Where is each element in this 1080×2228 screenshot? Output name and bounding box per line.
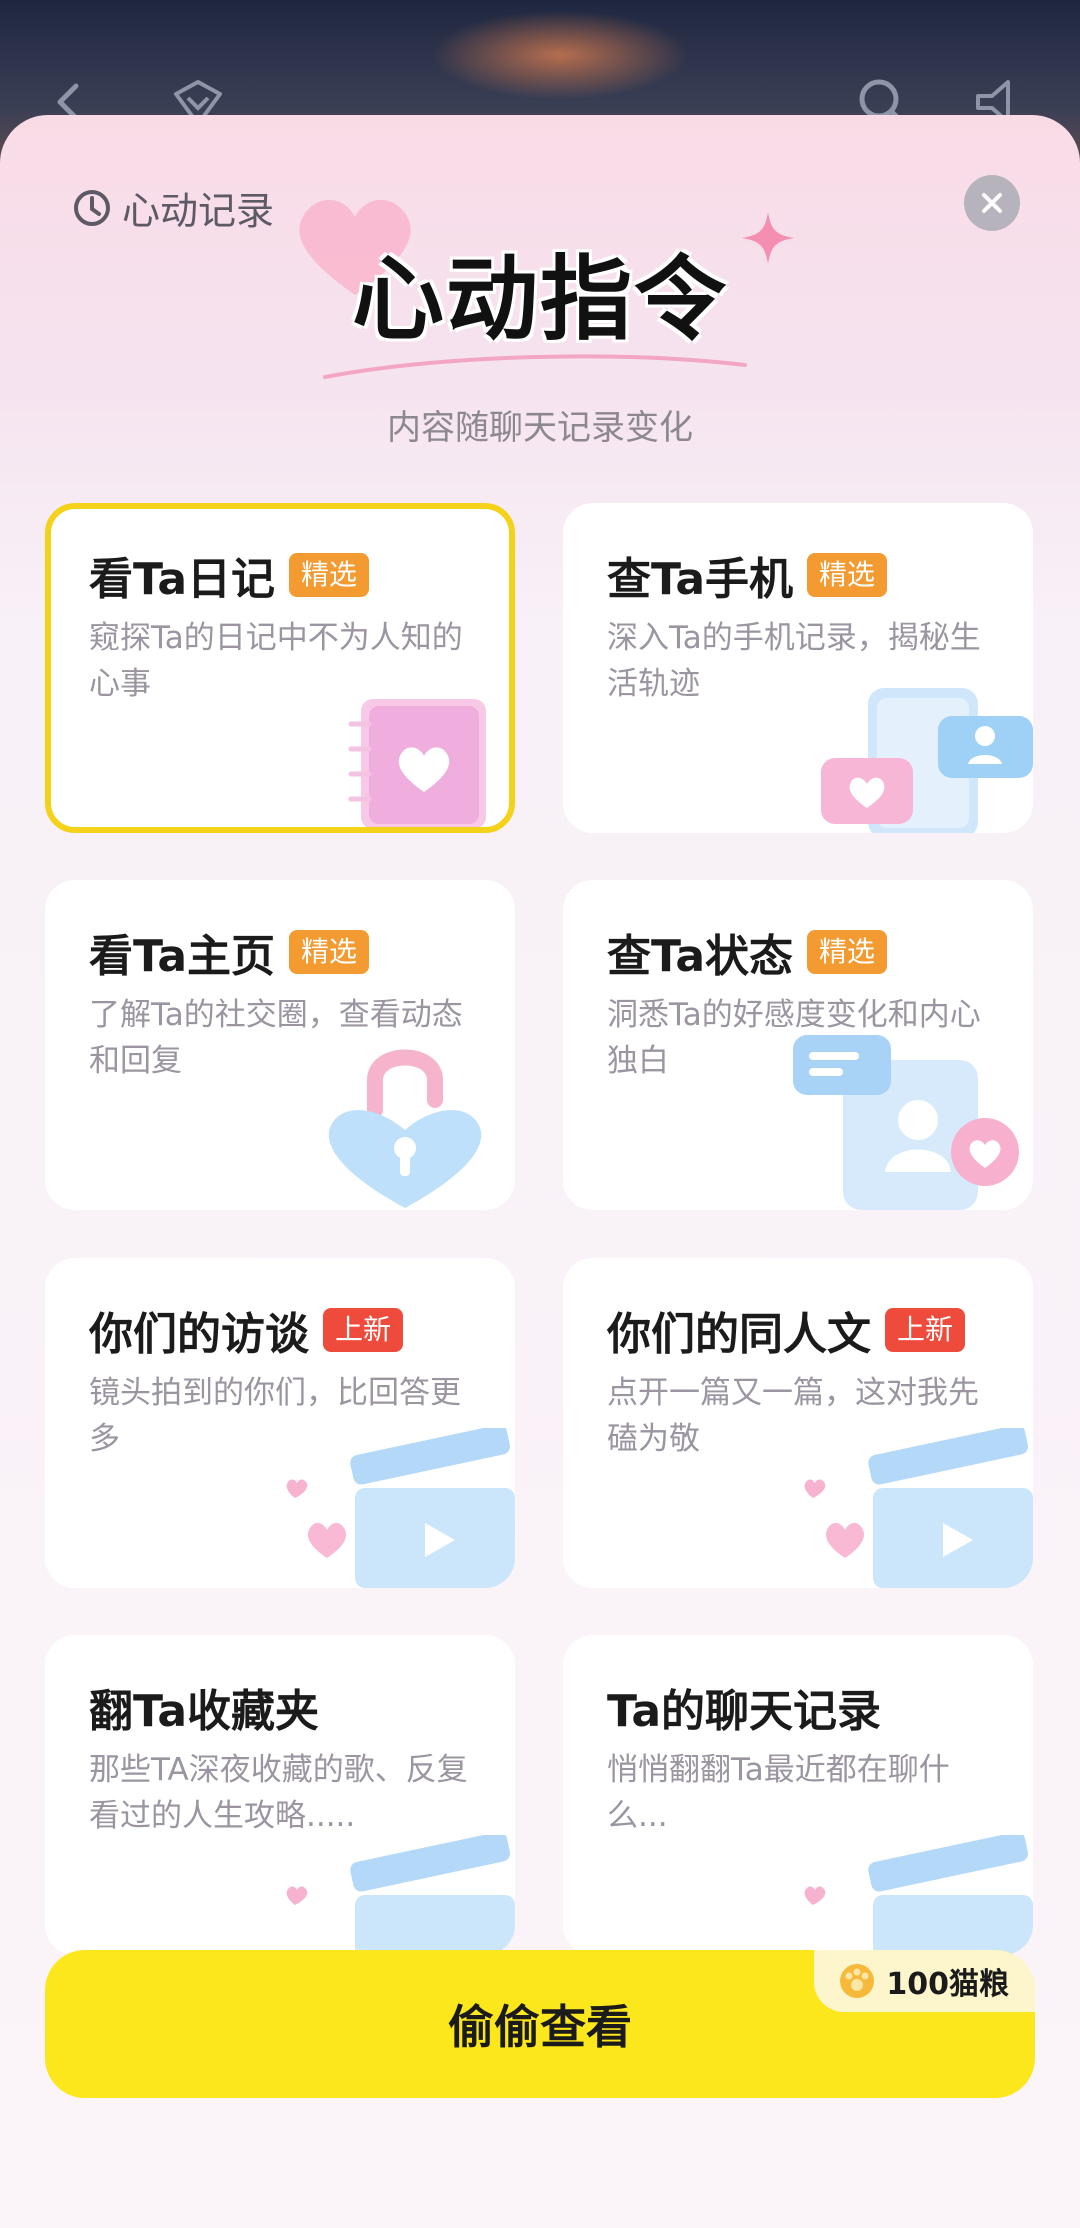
bottom-area [0,2110,1080,2228]
card-phone[interactable]: 查Ta手机 精选 深入Ta的手机记录，揭秘生活轨迹 [563,503,1033,833]
clapperboard-icon [804,1835,1033,1955]
card-title: 翻Ta收藏夹 [89,1686,320,1737]
price-tag: 100猫粮 [814,1950,1035,2012]
card-title-row: 你们的同人文 上新 [607,1298,966,1362]
card-title-row: 查Ta状态 精选 [607,920,888,984]
price-label: 100猫粮 [886,1967,1009,2002]
card-title: 查Ta状态 [607,931,794,982]
card-desc: 悄悄翻翻Ta最近都在聊什么... [607,1752,950,1834]
card-favorites[interactable]: 翻Ta收藏夹 那些TA深夜收藏的歌、反复看过的人生攻略..... [45,1635,515,1955]
card-title-row: Ta的聊天记录 [607,1675,881,1739]
close-button[interactable] [964,175,1020,231]
card-title-row: 看Ta日记 精选 [89,543,370,607]
peek-button[interactable]: 偷偷查看 100猫粮 [45,1950,1035,2098]
card-title-row: 翻Ta收藏夹 [89,1675,319,1739]
card-chat-history[interactable]: Ta的聊天记录 悄悄翻翻Ta最近都在聊什么... [563,1635,1033,1955]
card-title: 查Ta手机 [607,554,794,605]
card-badge: 精选 [289,930,370,974]
cat-food-icon [840,1964,875,1998]
card-desc: 那些TA深夜收藏的歌、反复看过的人生攻略..... [89,1752,468,1834]
card-title: 看Ta主页 [89,931,276,982]
clock-icon [74,189,110,226]
clapperboard-icon [286,1835,515,1955]
card-status[interactable]: 查Ta状态 精选 洞悉Ta的好感度变化和内心独白 [563,880,1033,1210]
card-title-row: 查Ta手机 精选 [607,543,888,607]
background-glow [430,10,690,100]
command-sheet: 心动记录 心动指令 内容随聊天记录变化 看Ta日记 精选 窥探Ta的日记中不为人… [0,115,1080,2228]
card-title: 你们的访谈 [89,1309,309,1360]
card-title: Ta的聊天记录 [607,1686,882,1737]
swoosh-decoration [323,354,747,379]
clapperboard-icon [804,1428,1033,1588]
close-icon [982,193,1002,213]
status-profile-icon [793,1035,1019,1210]
card-title: 你们的同人文 [607,1309,871,1360]
card-diary[interactable]: 看Ta日记 精选 窥探Ta的日记中不为人知的心事 [45,503,515,833]
card-homepage[interactable]: 看Ta主页 精选 了解Ta的社交圈，查看动态和回复 [45,880,515,1210]
diary-icon [348,699,486,827]
clapperboard-icon [286,1428,515,1588]
card-title-row: 你们的访谈 上新 [89,1298,404,1362]
card-badge: 精选 [807,553,888,597]
card-badge: 上新 [323,1308,404,1352]
card-interview[interactable]: 你们的访谈 上新 镜头拍到的你们，比回答更多 [45,1258,515,1588]
peek-button-label: 偷偷查看 [448,2000,632,2054]
card-badge: 精选 [289,553,370,597]
phone-chat-icon [821,688,1033,833]
card-badge: 精选 [807,930,888,974]
page-title: 心动指令 [351,246,728,353]
card-title: 看Ta日记 [89,554,276,605]
lock-heart-icon [328,1049,482,1208]
header: 心动指令 内容随聊天记录变化 [0,225,1080,449]
card-badge: 上新 [885,1308,966,1352]
card-fanfic[interactable]: 你们的同人文 上新 点开一篇又一篇，这对我先磕为敬 [563,1258,1033,1588]
page-subtitle: 内容随聊天记录变化 [387,408,693,448]
card-title-row: 看Ta主页 精选 [89,920,370,984]
